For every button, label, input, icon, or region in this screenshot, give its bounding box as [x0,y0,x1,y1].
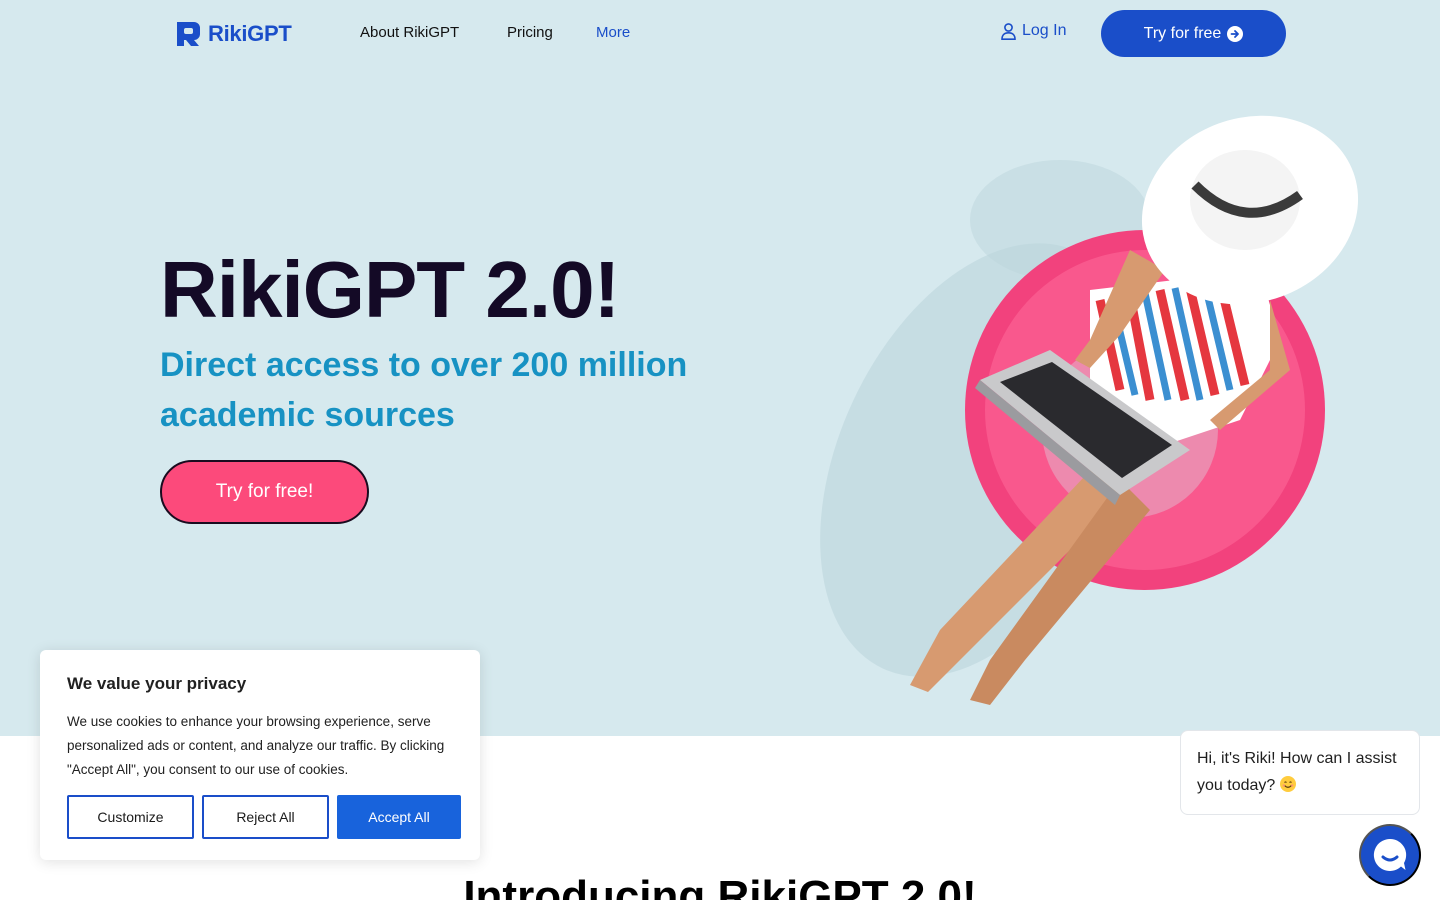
chat-greeting-text: Hi, it's Riki! How can I assist you toda… [1197,750,1397,794]
header-cta-label: Try for free [1143,24,1222,42]
hero-section: RikiGPT About RikiGPT Pricing More Log I… [0,0,1440,736]
chat-greeting-bubble[interactable]: Hi, it's Riki! How can I assist you toda… [1180,730,1420,815]
intro-heading: Introducing RikiGPT 2.0! [463,872,977,900]
hero-title: RikiGPT 2.0! [160,245,620,334]
cookie-reject-all-button[interactable]: Reject All [202,795,329,839]
header-try-free-button[interactable]: Try for free [1101,10,1286,57]
nav-pricing[interactable]: Pricing [507,24,553,41]
logo-text: RikiGPT [208,20,292,46]
rikigpt-logo-icon [177,22,200,46]
cookie-title: We value your privacy [67,674,247,693]
user-icon [1001,22,1016,40]
smiling-face-emoji [1279,776,1296,792]
arrow-right-circle-icon [1227,25,1244,42]
logo-link[interactable]: RikiGPT [174,20,292,47]
hero-try-free-button[interactable]: Try for free! [160,460,369,524]
nav-more[interactable]: More [596,24,630,41]
nav-about[interactable]: About RikiGPT [360,24,459,41]
login-link[interactable]: Log In [1001,22,1066,40]
cookie-accept-all-button[interactable]: Accept All [337,795,461,839]
cookie-text: We use cookies to enhance your browsing … [67,714,445,777]
cookie-consent-banner: We value your privacy We use cookies to … [40,650,480,860]
cookie-customize-button[interactable]: Customize [67,795,194,839]
hero-subtitle: Direct access to over 200 million academ… [160,346,688,434]
login-label: Log In [1022,22,1067,39]
cookie-buttons: Customize Reject All Accept All [67,795,461,839]
hero-illustration-woman-on-float [820,115,1359,705]
chat-icon [1373,838,1407,871]
chat-launcher-button[interactable] [1359,824,1421,886]
